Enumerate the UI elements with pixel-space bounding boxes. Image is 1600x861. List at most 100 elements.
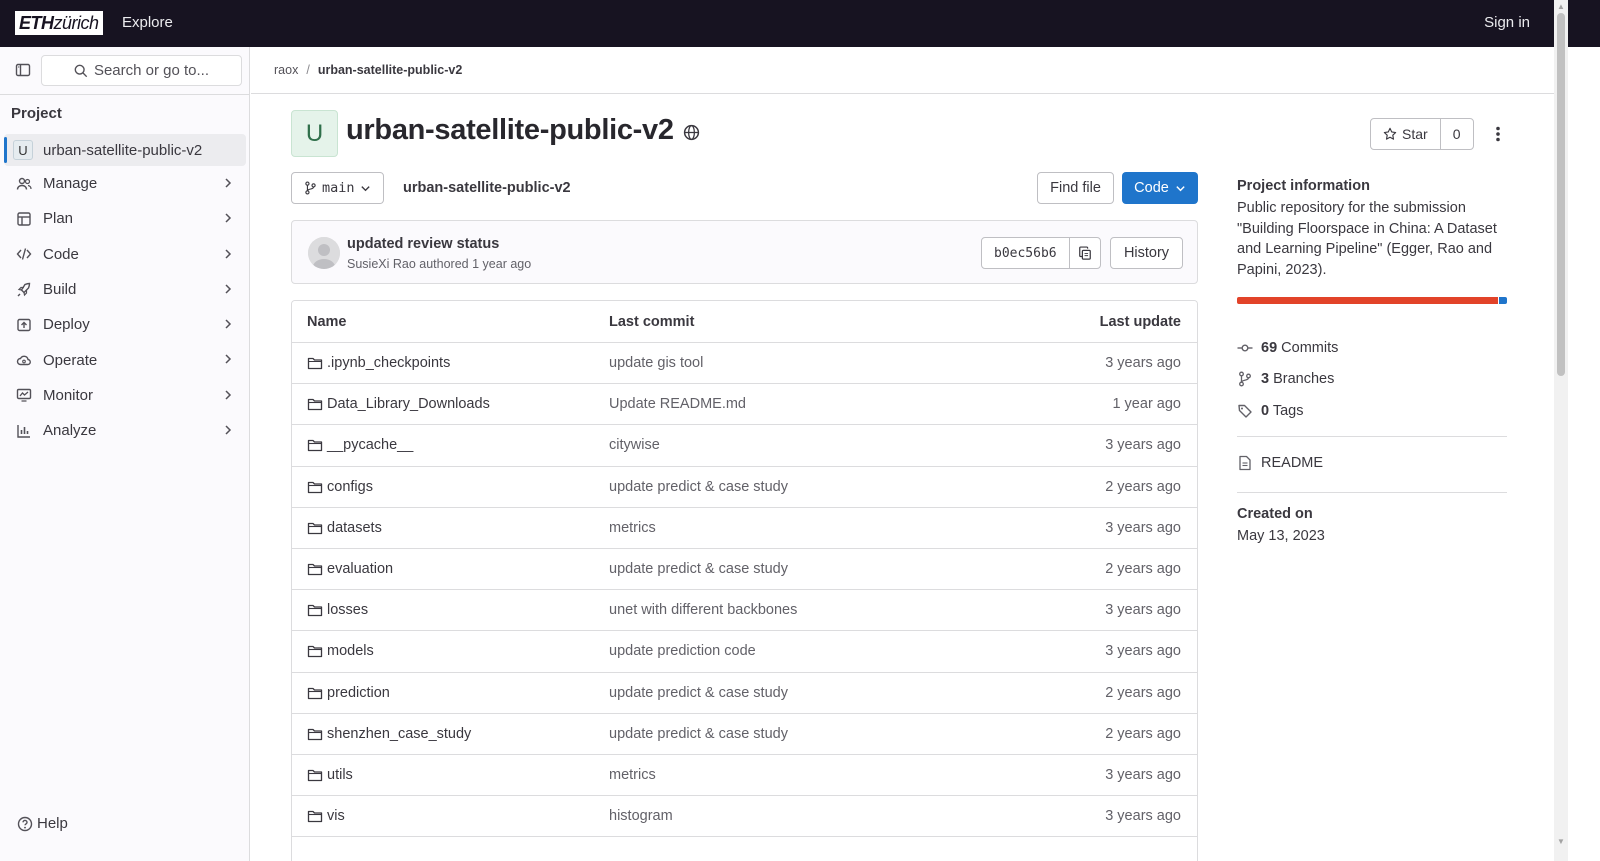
sidebar-item-label: Build <box>43 281 77 299</box>
star-button[interactable]: Star <box>1371 119 1441 149</box>
table-row[interactable]: configs update predict & case study 2 year… <box>292 467 1197 508</box>
sign-in-link[interactable]: Sign in <box>1484 14 1530 31</box>
commit-title[interactable]: updated review status <box>347 236 499 252</box>
folder-link[interactable]: __pycache__ <box>307 437 413 453</box>
folder-link[interactable]: .ipynb_checkpoints <box>307 355 450 371</box>
commit-sha[interactable]: b0ec56b6 <box>982 238 1070 268</box>
table-row[interactable]: Data_Library_Downloads Update README.md 1 … <box>292 384 1197 426</box>
folder-name: models <box>327 643 374 660</box>
chevron-right-icon <box>225 213 232 223</box>
branch-selector[interactable]: main <box>291 172 384 204</box>
scrollbar-thumb[interactable] <box>1557 13 1565 376</box>
copy-sha-button[interactable] <box>1070 238 1100 268</box>
explore-link[interactable]: Explore <box>122 14 173 31</box>
tags-link[interactable]: 0 Tags <box>1237 403 1304 419</box>
sidebar-toggle-button[interactable] <box>10 57 36 83</box>
table-row[interactable]: losses unet with different backbones 3 yea… <box>292 590 1197 632</box>
table-row[interactable]: utils metrics 3 years ago <box>292 755 1197 797</box>
row-commit-message[interactable]: citywise <box>609 437 660 453</box>
language-bar-segment[interactable] <box>1237 297 1498 304</box>
breadcrumb-owner[interactable]: raox <box>274 63 298 77</box>
repo-avatar: U <box>291 110 338 157</box>
breadcrumb-project[interactable]: urban-satellite-public-v2 <box>318 63 462 77</box>
sidebar-item-build[interactable]: Build <box>4 272 246 307</box>
table-row[interactable]: evaluation update predict & case study 2 y… <box>292 549 1197 591</box>
chevron-right-icon <box>225 178 232 188</box>
folder-link[interactable]: models <box>307 643 374 659</box>
folder-link[interactable]: datasets <box>307 520 382 536</box>
folder-icon <box>307 767 323 783</box>
folder-link[interactable]: vis <box>307 808 345 824</box>
kebab-menu-icon <box>1496 126 1500 142</box>
table-row[interactable]: prediction update predict & case study 2 y… <box>292 673 1197 714</box>
chevron-right-icon <box>225 319 232 329</box>
commits-link[interactable]: 69 Commits <box>1237 340 1338 356</box>
folder-name: Data_Library_Downloads <box>327 396 490 413</box>
table-row[interactable]: vis histogram 3 years ago <box>292 796 1197 838</box>
author-avatar[interactable] <box>308 237 340 269</box>
repo-path[interactable]: urban-satellite-public-v2 <box>403 180 571 196</box>
sidebar-project-item[interactable]: U urban-satellite-public-v2 <box>4 134 246 166</box>
sidebar-item-label: Plan <box>43 210 74 228</box>
sidebar-item-deploy[interactable]: Deploy <box>4 307 246 342</box>
table-row[interactable]: shenzhen_case_study update predict & case… <box>292 714 1197 755</box>
table-row[interactable]: models update prediction code 3 years ago <box>292 631 1197 673</box>
scroll-up-arrow-icon[interactable]: ▲ <box>1557 2 1565 11</box>
find-file-button[interactable]: Find file <box>1037 172 1114 204</box>
folder-link[interactable]: evaluation <box>307 561 393 577</box>
folder-name: vis <box>327 808 345 825</box>
page-scrollbar[interactable]: ▲ ▼ <box>1554 0 1568 861</box>
eth-zurich-logo[interactable]: ETH zürich <box>15 11 103 35</box>
branches-link[interactable]: 3 Branches <box>1237 371 1334 387</box>
last-commit-panel: updated review status SusieXi Rao author… <box>291 220 1198 284</box>
scroll-down-arrow-icon[interactable]: ▼ <box>1557 837 1565 846</box>
rocket-icon <box>16 282 32 298</box>
readme-link[interactable]: README <box>1237 455 1323 471</box>
sidebar-item-monitor[interactable]: Monitor <box>4 378 246 413</box>
commit-icon <box>1237 344 1253 352</box>
sidebar-item-manage[interactable]: Manage <box>4 166 246 201</box>
language-bar-segment[interactable] <box>1498 297 1507 304</box>
row-commit-message[interactable]: histogram <box>609 808 673 824</box>
folder-link[interactable]: configs <box>307 479 373 495</box>
table-row[interactable]: __pycache__ citywise 3 years ago <box>292 425 1197 467</box>
sidebar-item-analyze[interactable]: Analyze <box>4 413 246 448</box>
table-row[interactable]: .ipynb_checkpoints update gis tool 3 years… <box>292 343 1197 385</box>
table-row[interactable]: datasets metrics 3 years ago <box>292 508 1197 549</box>
monitor-icon <box>16 387 32 403</box>
search-input[interactable]: Search or go to... <box>41 55 242 86</box>
row-commit-message[interactable]: unet with different backbones <box>609 602 797 618</box>
project-info-panel: Project information Public repository fo… <box>1237 178 1507 544</box>
folder-icon <box>307 520 323 536</box>
sidebar-item-operate[interactable]: Operate <box>4 342 246 377</box>
star-count[interactable]: 0 <box>1441 119 1473 149</box>
row-commit-message[interactable]: update predict & case study <box>609 685 788 701</box>
row-commit-message[interactable]: metrics <box>609 767 656 783</box>
row-commit-message[interactable]: Update README.md <box>609 396 746 412</box>
folder-name: __pycache__ <box>327 437 414 454</box>
commit-author[interactable]: SusieXi Rao <box>347 257 416 271</box>
row-commit-message[interactable]: update predict & case study <box>609 561 788 577</box>
chevron-right-icon <box>225 249 232 259</box>
language-bar[interactable] <box>1237 297 1507 304</box>
history-button[interactable]: History <box>1110 237 1183 269</box>
folder-link[interactable]: prediction <box>307 685 390 701</box>
folder-icon <box>307 685 323 701</box>
sidebar-item-plan[interactable]: Plan <box>4 201 246 236</box>
row-commit-message[interactable]: update gis tool <box>609 355 703 371</box>
folder-link[interactable]: Data_Library_Downloads <box>307 396 490 412</box>
code-button-label: Code <box>1134 180 1169 196</box>
row-commit-message[interactable]: update prediction code <box>609 643 756 659</box>
row-commit-message[interactable]: metrics <box>609 520 656 536</box>
folder-name: utils <box>327 766 353 783</box>
folder-link[interactable]: shenzhen_case_study <box>307 726 471 742</box>
folder-link[interactable]: utils <box>307 767 353 783</box>
folder-link[interactable]: losses <box>307 602 368 618</box>
more-actions-button[interactable] <box>1488 122 1508 146</box>
row-commit-message[interactable]: update predict & case study <box>609 479 788 495</box>
row-commit-message[interactable]: update predict & case study <box>609 726 788 742</box>
sidebar-item-code[interactable]: Code <box>4 237 246 272</box>
help-button[interactable]: Help <box>17 815 68 832</box>
folder-icon <box>307 602 323 618</box>
code-dropdown-button[interactable]: Code <box>1122 172 1198 204</box>
